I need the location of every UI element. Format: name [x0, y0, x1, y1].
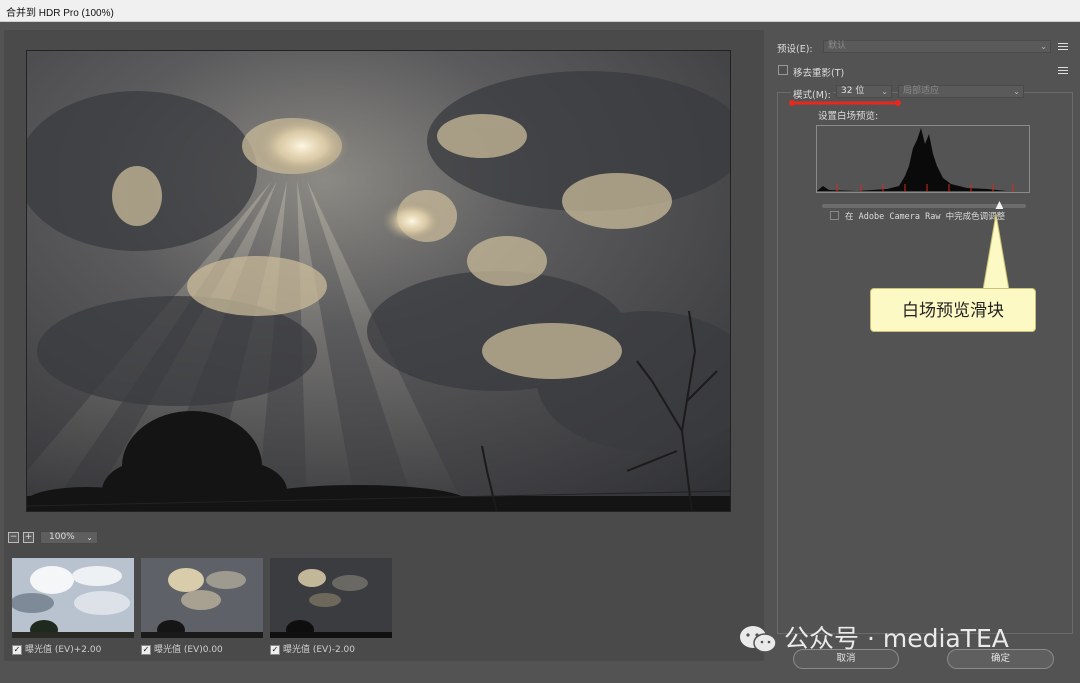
acr-checkbox[interactable]: [830, 211, 839, 220]
histogram: [816, 125, 1030, 193]
preset-menu-icon[interactable]: [1058, 43, 1068, 51]
checkbox-checked-icon[interactable]: ✓: [12, 644, 22, 655]
wechat-icon: [740, 626, 777, 653]
thumbnail-caption[interactable]: ✓ 曝光值 (EV)0.00: [141, 642, 263, 655]
preset-dropdown[interactable]: 默认 ⌄: [823, 40, 1051, 53]
acr-label: 在 Adobe Camera Raw 中完成色调调整: [845, 212, 1006, 222]
preset-label: 预设(E):: [777, 44, 813, 55]
settings-panel: 预设(E): 默认 ⌄ 移去重影(T) 模式(M): 32 位 ⌄ 局部适应 ⌄…: [766, 22, 1080, 683]
chevron-down-icon: ⌄: [1013, 87, 1020, 96]
zoom-out-button[interactable]: −: [8, 532, 19, 543]
thumbnail-zero[interactable]: [141, 558, 263, 638]
tonemap-method-dropdown[interactable]: 局部适应 ⌄: [898, 85, 1024, 98]
checkbox-checked-icon[interactable]: ✓: [141, 644, 151, 655]
watermark: 公众号 · mediaTEA: [738, 622, 1058, 656]
source-filmstrip: ✓ 曝光值 (EV)+2.00 ✓ 曝光值 (EV)0.00 ✓ 曝光值 (EV)-2…: [4, 550, 764, 661]
white-point-slider-track[interactable]: [822, 204, 1026, 208]
ghost-checkbox[interactable]: [778, 65, 788, 75]
zoom-level-select[interactable]: 100% ⌄: [40, 531, 98, 544]
thumbnail-minus2[interactable]: [270, 558, 392, 638]
thumbnail-plus2[interactable]: [12, 558, 134, 638]
bit-depth-dropdown[interactable]: 32 位 ⌄: [836, 85, 892, 98]
thumbnail-caption[interactable]: ✓ 曝光值 (EV)+2.00: [12, 642, 134, 655]
callout-pointer: [983, 214, 1009, 290]
zoom-in-button[interactable]: +: [23, 532, 34, 543]
zoom-level-value: 100%: [49, 532, 75, 542]
chevron-down-icon: ⌄: [881, 87, 888, 96]
chevron-down-icon: ⌄: [86, 533, 93, 542]
thumbnail-caption[interactable]: ✓ 曝光值 (EV)-2.00: [270, 642, 392, 655]
white-point-slider-callout: 白场预览滑块: [870, 288, 1036, 332]
checkbox-checked-icon[interactable]: ✓: [270, 644, 280, 655]
chevron-down-icon: ⌄: [1040, 42, 1047, 51]
window-title: 合并到 HDR Pro (100%): [6, 8, 114, 19]
hdr-preview-image: [26, 50, 731, 512]
white-point-label: 设置白场预览:: [818, 111, 879, 122]
window-titlebar: 合并到 HDR Pro (100%): [0, 0, 1080, 22]
ghost-menu-icon[interactable]: [1058, 67, 1068, 75]
red-underline-annotation: [789, 100, 901, 106]
ghost-label: 移去重影(T): [793, 68, 845, 79]
